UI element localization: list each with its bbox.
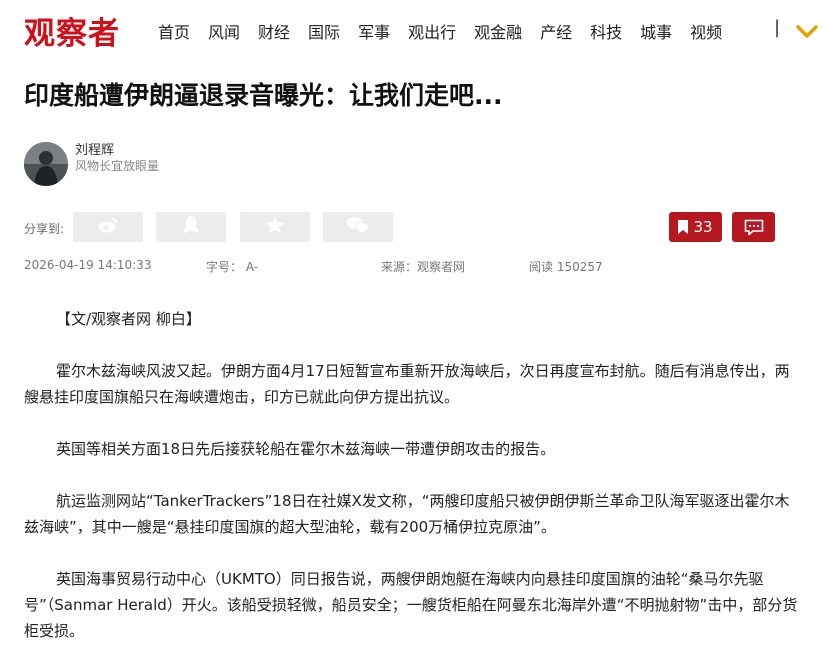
site-logo[interactable]: 观察者 [24,8,120,53]
article-source: 来源：观察者网 [381,260,466,274]
article-body: 【文/观察者网 柳白】 霍尔木兹海峡风波又起。伊朗方面4月17日短暂宣布重新开放… [24,306,802,644]
article-paragraph: 霍尔木兹海峡风波又起。伊朗方面4月17日短暂宣布重新开放海峡后，次日再度宣布封航… [24,362,790,406]
nav-item-international[interactable]: 国际 [308,19,340,43]
weibo-icon [97,216,119,238]
share-label: 分享到: [24,222,65,236]
nav-item-fintech[interactable]: 观金融 [474,19,522,43]
article-paragraph: 英国海事贸易行动中心（UKMTO）同日报告说，两艘伊朗炮艇在海峡内向悬挂印度国旗… [24,570,798,640]
share-weibo-button[interactable] [73,212,143,242]
nav-item-mobility[interactable]: 观出行 [408,19,456,43]
nav-item-video[interactable]: 视频 [690,19,722,43]
share-wechat-button[interactable] [323,212,393,242]
nav-item-home[interactable]: 首页 [158,19,190,43]
nav-item-tech[interactable]: 科技 [590,19,622,43]
wechat-icon [346,216,370,238]
share-qq-button[interactable] [156,212,226,242]
comment-icon [744,219,764,236]
nav-item-fengwen[interactable]: 风闻 [208,19,240,43]
author-name[interactable]: 刘程辉 [75,139,114,158]
chevron-down-icon[interactable] [796,24,818,38]
site-header: 观察者 首页 风闻 财经 国际 军事 观出行 观金融 产经 科技 城事 视频 | [0,0,823,62]
article-byline: 【文/观察者网 柳白】 [56,310,201,328]
bookmark-icon [678,220,689,234]
nav-separator: | [774,17,781,38]
qzone-icon [265,215,285,239]
font-size-control[interactable]: 字号： A- [206,258,258,275]
read-count: 阅读 150257 [529,260,603,274]
nav-item-city[interactable]: 城事 [640,19,672,43]
favorite-count: 33 [693,218,713,236]
main-nav: 首页 风闻 财经 国际 军事 观出行 观金融 产经 科技 城事 视频 [158,19,740,43]
nav-item-military[interactable]: 军事 [358,19,390,43]
favorite-button[interactable]: 33 [669,212,722,242]
nav-item-industry[interactable]: 产经 [540,19,572,43]
nav-item-finance[interactable]: 财经 [258,19,290,43]
qq-icon [182,215,200,239]
publish-datetime: 2026-04-19 14:10:33 [24,258,152,272]
comment-button[interactable] [732,212,775,242]
avatar[interactable] [24,142,68,186]
author-description: 风物长宜放眼量 [75,159,160,173]
article-title: 印度船遭伊朗逼退录音曝光：让我们走吧... [24,81,503,110]
article-paragraph: 英国等相关方面18日先后接获轮船在霍尔木兹海峡一带遭伊朗攻击的报告。 [56,440,556,458]
article-paragraph: 航运监测网站“TankerTrackers”18日在社媒X发文称，“两艘印度船只… [24,492,790,536]
share-qzone-button[interactable] [240,212,310,242]
